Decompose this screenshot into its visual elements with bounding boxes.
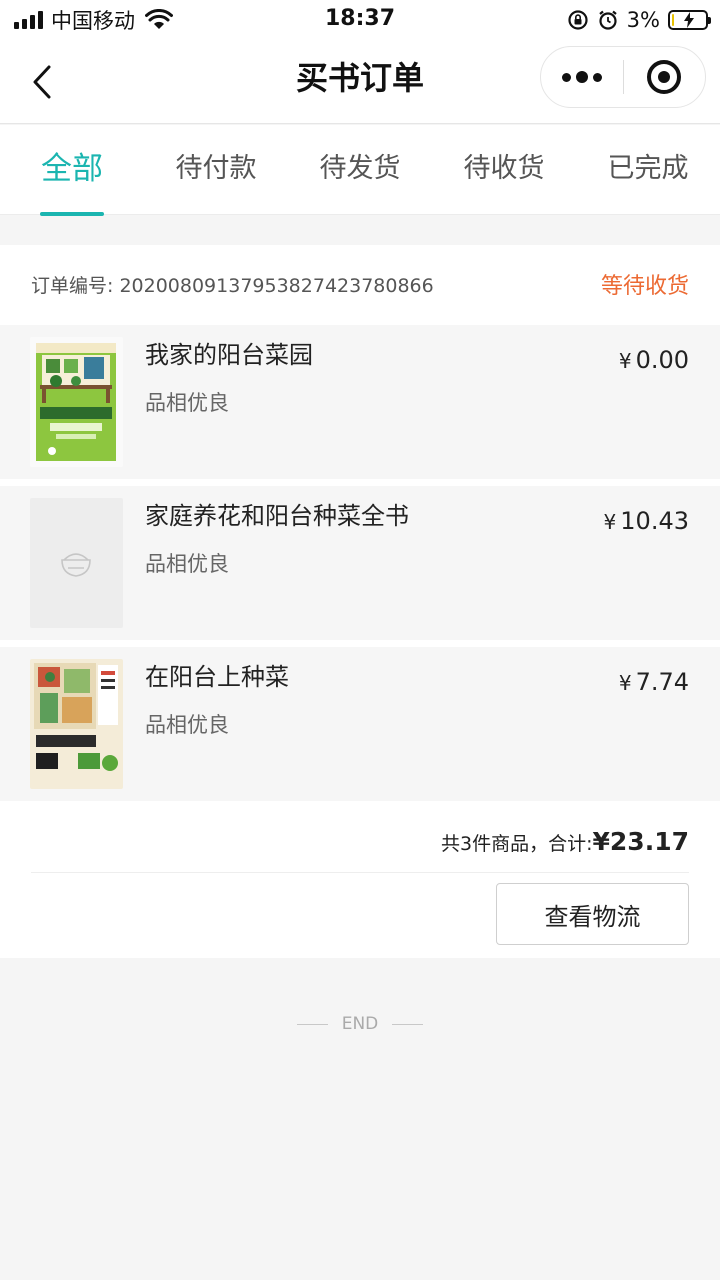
tab-label: 待付款 [175,153,257,184]
end-text: END [341,1014,379,1034]
book-cover [30,337,123,467]
tab-label: 全部 [41,151,103,187]
list-item[interactable]: 我家的阳台菜园 品相优良 ¥0.00 [0,325,720,479]
tab-pending-shipment[interactable]: 待发货 [304,125,416,215]
status-bar: 中国移动 18:37 3% [0,0,720,40]
active-tab-indicator [40,212,104,216]
book-price: ¥0.00 [619,346,689,374]
order-header: 订单编号: 2020080913795382742378086​6 等待收货 [0,245,720,325]
book-title: 在阳台上种菜 [145,663,289,691]
book-condition: 品相优良 [145,713,229,737]
price-value: 7.74 [635,668,689,696]
book-condition: 品相优良 [145,552,229,576]
end-marker: END [0,1014,720,1034]
tab-label: 待发货 [319,153,401,184]
book-price: ¥7.74 [619,668,689,696]
book-condition: 品相优良 [145,391,229,415]
tab-pending-payment[interactable]: 待付款 [160,125,272,215]
book-price: ¥10.43 [604,507,689,535]
book-title: 我家的阳台菜园 [145,341,313,369]
order-total: ¥23.17 [592,827,689,856]
summary-prefix: 共3件商品，合计: [441,833,593,855]
list-item[interactable]: 在阳台上种菜 品相优良 ¥7.74 [0,647,720,801]
price-value: 10.43 [620,507,689,535]
alarm-icon [598,10,617,30]
price-value: 0.00 [635,346,689,374]
tab-label: 待收货 [463,153,545,184]
tab-all[interactable]: 全部 [30,125,114,216]
nav-bar: 买书订单 [0,40,720,124]
list-item[interactable]: 家庭养花和阳台种菜全书 品相优良 ¥10.43 [0,486,720,640]
divider [31,872,689,873]
order-items: 我家的阳台菜园 品相优良 ¥0.00 家庭养花和阳台种菜全书 品相优良 ¥10.… [0,325,720,808]
order-tabs: 全部 待付款 待发货 待收货 已完成 [0,125,720,216]
rotation-lock-icon [568,10,588,30]
divider [296,1023,328,1025]
currency-symbol: ¥ [603,510,617,534]
currency-symbol: ¥ [618,671,632,695]
close-target-icon[interactable] [624,46,705,108]
view-logistics-button[interactable]: 查看物流 [496,883,689,945]
tab-label: 已完成 [607,153,689,184]
order-summary: 共3件商品，合计:¥23.17 [441,827,689,856]
book-title: 家庭养花和阳台种菜全书 [145,502,409,530]
mini-program-capsule [540,46,706,108]
order-number: 订单编号: 2020080913795382742378086​6 [31,275,434,297]
battery-percent: 3% [626,8,660,32]
book-cover-placeholder [30,498,123,628]
order-status: 等待收货 [600,274,689,299]
divider [392,1023,424,1025]
book-cover [30,659,123,789]
tab-pending-receipt[interactable]: 待收货 [448,125,560,215]
order-card[interactable]: 订单编号: 2020080913795382742378086​6 等待收货 [0,245,720,958]
tab-completed[interactable]: 已完成 [592,125,704,215]
more-dots-icon[interactable] [541,46,623,108]
currency-symbol: ¥ [618,349,632,373]
battery-charging-icon [668,10,711,30]
